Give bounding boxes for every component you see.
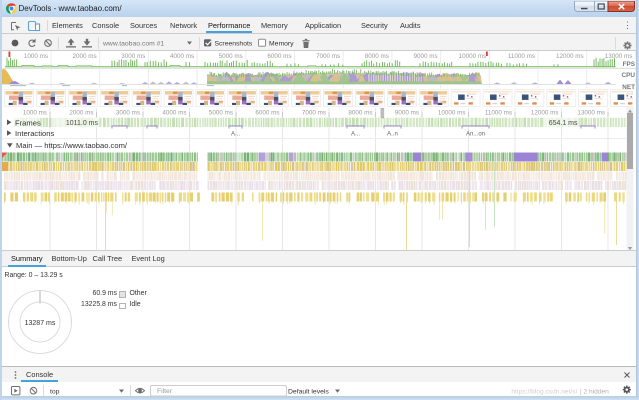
svg-text:3000 ms: 3000 ms — [116, 110, 140, 117]
svg-text:6000 ms: 6000 ms — [255, 110, 279, 117]
svg-text:1000 ms: 1000 ms — [24, 53, 48, 60]
svg-text:5000 ms: 5000 ms — [209, 110, 233, 117]
svg-text:7000 ms: 7000 ms — [302, 110, 326, 117]
svg-text:11000 ms: 11000 ms — [485, 110, 512, 117]
svg-text:Memory: Memory — [269, 41, 294, 48]
svg-text:| 2 hidden: | 2 hidden — [580, 389, 609, 396]
svg-text:8000 ms: 8000 ms — [365, 53, 389, 60]
svg-text:9000 ms: 9000 ms — [413, 53, 437, 60]
svg-text:An...on: An...on — [466, 132, 485, 138]
svg-text:13000 ms: 13000 ms — [577, 110, 605, 117]
svg-text:13000 ms: 13000 ms — [605, 53, 633, 60]
svg-text:7000 ms: 7000 ms — [316, 53, 340, 60]
svg-text:10000 ms: 10000 ms — [438, 110, 466, 117]
svg-text:Main — https://www.taobao.com/: Main — https://www.taobao.com/ — [16, 141, 128, 150]
svg-text:Filter: Filter — [157, 388, 173, 395]
svg-text:https://blog.csdn.net/sl: https://blog.csdn.net/sl — [511, 389, 577, 396]
svg-text:CPU: CPU — [622, 72, 636, 79]
svg-text:13287 ms: 13287 ms — [25, 320, 56, 327]
svg-text:www.taobao.com #1: www.taobao.com #1 — [102, 41, 164, 48]
svg-text:Interactions: Interactions — [15, 129, 54, 138]
svg-text:10000 ms: 10000 ms — [459, 53, 487, 60]
svg-text:A...: A... — [351, 132, 360, 138]
svg-text:4000 ms: 4000 ms — [162, 110, 186, 117]
svg-text:A...: A... — [231, 132, 240, 138]
svg-text:2000 ms: 2000 ms — [69, 110, 93, 117]
svg-text:Screenshots: Screenshots — [215, 41, 253, 48]
svg-text:6000 ms: 6000 ms — [267, 53, 291, 60]
svg-text:1011.0 ms: 1011.0 ms — [66, 120, 99, 127]
svg-text:5000 ms: 5000 ms — [219, 53, 243, 60]
svg-text:654.1 ms: 654.1 ms — [549, 120, 578, 127]
svg-text:12000 ms: 12000 ms — [531, 110, 559, 117]
svg-text:4000 ms: 4000 ms — [170, 53, 194, 60]
svg-text:8000 ms: 8000 ms — [348, 110, 372, 117]
svg-text:Default levels: Default levels — [288, 388, 329, 395]
svg-text:2000 ms: 2000 ms — [73, 53, 97, 60]
svg-text:3000 ms: 3000 ms — [121, 53, 145, 60]
svg-text:top: top — [50, 388, 60, 395]
svg-text:11000 ms: 11000 ms — [508, 53, 535, 60]
svg-text:12000 ms: 12000 ms — [556, 53, 584, 60]
svg-text:1000 ms: 1000 ms — [23, 110, 47, 117]
svg-text:Frames: Frames — [15, 118, 41, 127]
svg-text:FPS: FPS — [623, 61, 636, 68]
svg-text:9000 ms: 9000 ms — [395, 110, 419, 117]
svg-text:A..n: A..n — [387, 132, 398, 138]
